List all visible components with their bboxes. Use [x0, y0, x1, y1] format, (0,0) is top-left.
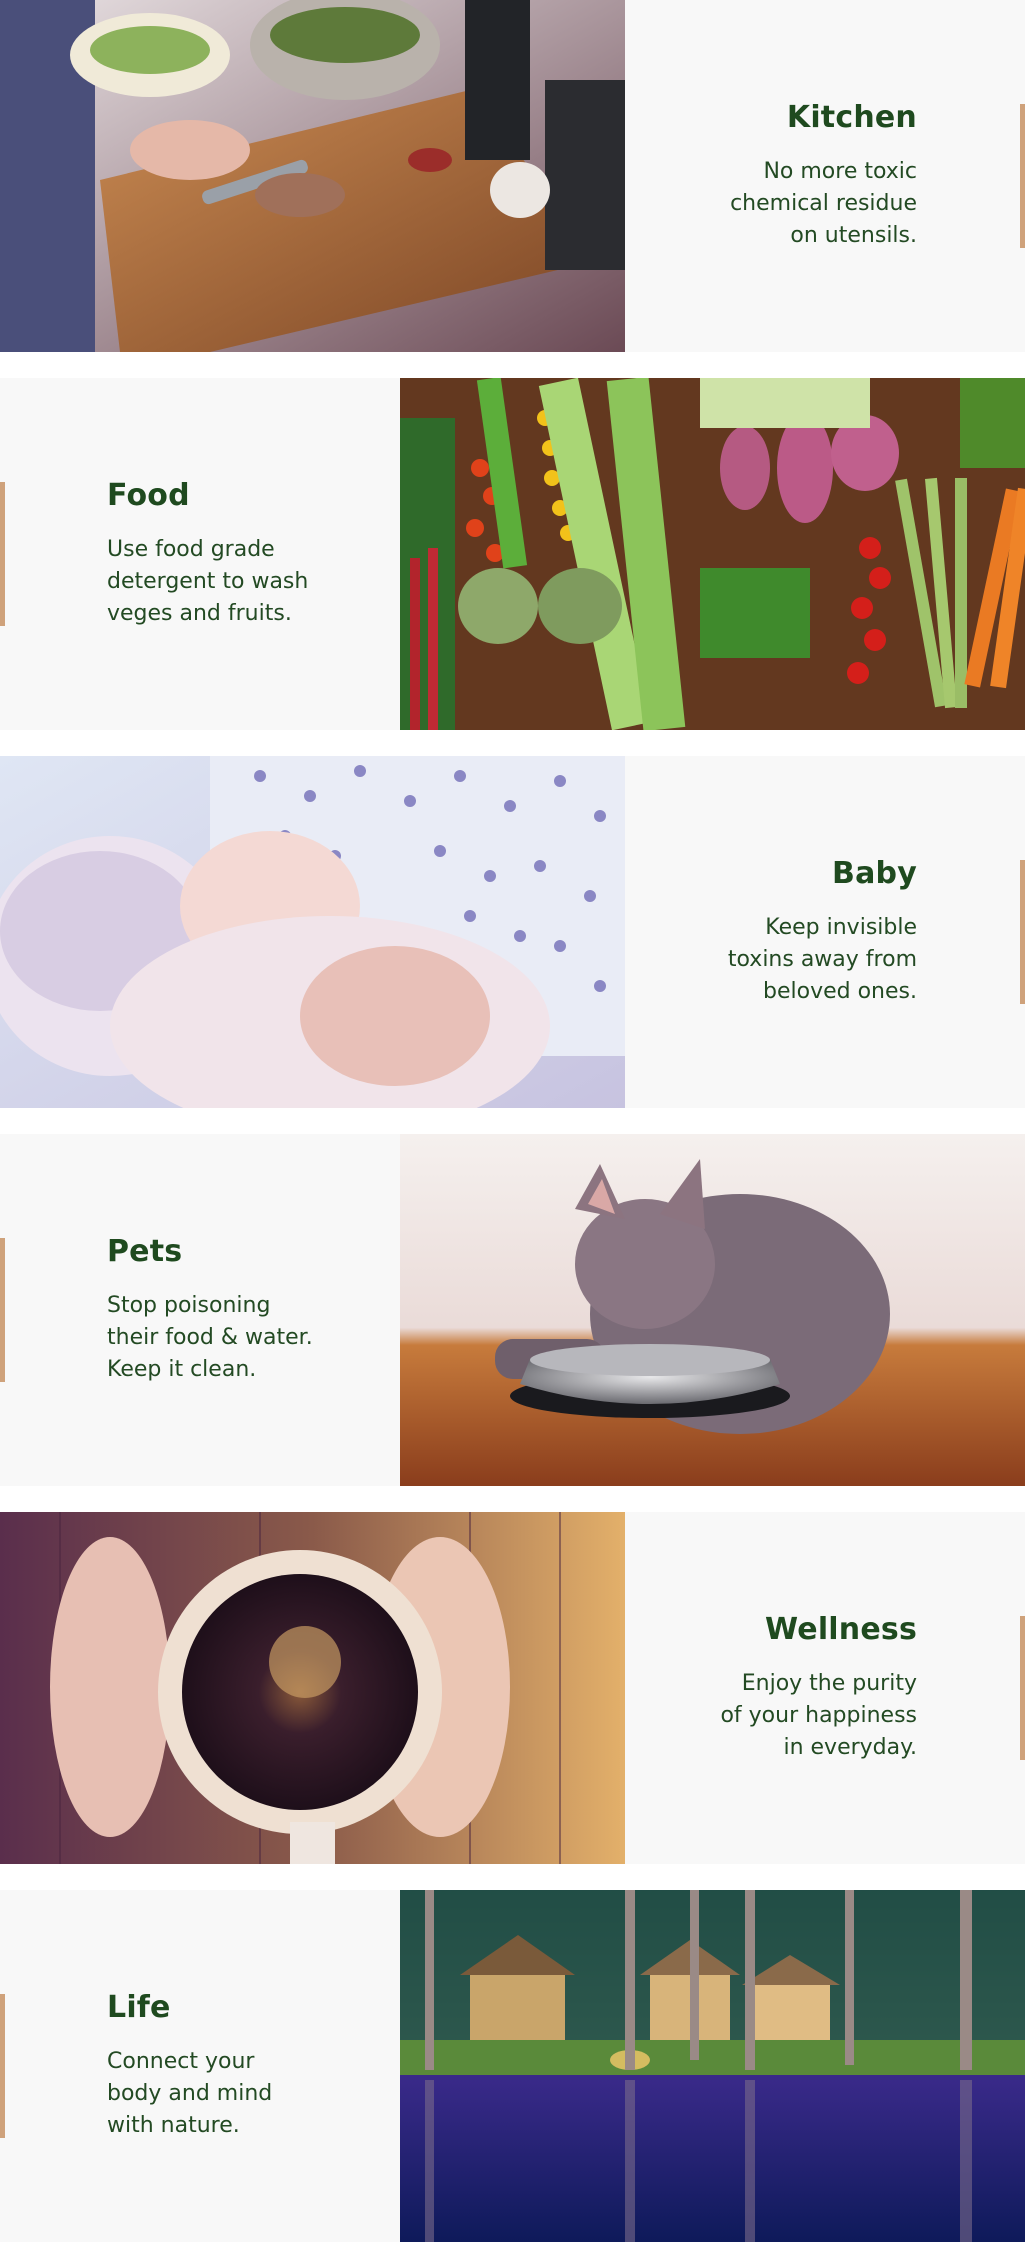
accent-bar [0, 1994, 5, 2138]
vegetables-photo [400, 378, 1025, 730]
lakeside-cabins-photo [400, 1890, 1025, 2242]
section-kitchen: Kitchen No more toxic chemical residue o… [0, 0, 1025, 352]
section-description: Use food grade detergent to wash veges a… [107, 537, 309, 626]
section-text: Baby Keep invisible toxins away from bel… [625, 756, 917, 1108]
section-text: Pets Stop poisoning their food & water. … [107, 1134, 387, 1486]
section-pets: Pets Stop poisoning their food & water. … [0, 1134, 1025, 1486]
section-baby: Baby Keep invisible toxins away from bel… [0, 756, 1025, 1108]
section-description: Connect your body and mind with nature. [107, 2049, 273, 2138]
section-text: Wellness Enjoy the purity of your happin… [625, 1512, 917, 1864]
accent-bar [0, 1238, 5, 1382]
section-description: Enjoy the purity of your happiness in ev… [720, 1671, 917, 1760]
section-food: Food Use food grade detergent to wash ve… [0, 378, 1025, 730]
section-title: Food [107, 478, 190, 513]
section-text: Life Connect your body and mind with nat… [107, 1890, 387, 2242]
section-life: Life Connect your body and mind with nat… [0, 1890, 1025, 2242]
feature-list: Kitchen No more toxic chemical residue o… [0, 0, 1025, 2242]
section-description: Keep invisible toxins away from beloved … [727, 915, 917, 1004]
section-text: Food Use food grade detergent to wash ve… [107, 378, 387, 730]
section-text: Kitchen No more toxic chemical residue o… [625, 0, 917, 352]
section-wellness: Wellness Enjoy the purity of your happin… [0, 1512, 1025, 1864]
sleeping-baby-photo [0, 756, 625, 1108]
accent-bar [0, 482, 5, 626]
accent-bar [1020, 104, 1025, 248]
kitchen-cutting-board-photo [0, 0, 625, 352]
section-title: Pets [107, 1234, 183, 1269]
section-title: Kitchen [786, 100, 917, 135]
coffee-cup-photo [0, 1512, 625, 1864]
section-title: Wellness [765, 1612, 917, 1647]
cat-eating-photo [400, 1134, 1025, 1486]
section-description: Stop poisoning their food & water. Keep … [107, 1293, 313, 1382]
section-title: Life [107, 1990, 171, 2025]
section-title: Baby [832, 856, 917, 891]
section-description: No more toxic chemical residue on utensi… [730, 159, 917, 248]
accent-bar [1020, 860, 1025, 1004]
accent-bar [1020, 1616, 1025, 1760]
